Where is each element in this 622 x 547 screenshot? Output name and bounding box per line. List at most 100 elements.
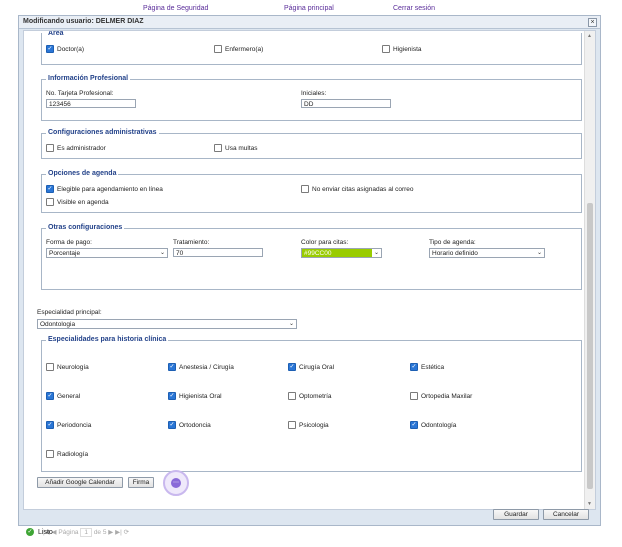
agenda-legend: Opciones de agenda — [46, 170, 119, 177]
history-specialty-checkbox[interactable]: Neurología — [46, 363, 89, 371]
checkbox-empty-icon — [46, 363, 54, 371]
history-specialty-label: General — [57, 392, 81, 400]
admin-legend: Configuraciones administrativas — [46, 129, 159, 136]
history-specialty-label: Periodoncia — [57, 421, 92, 429]
other-config-fieldset: Otras configuraciones Forma de pago: Por… — [41, 224, 582, 290]
logout-link[interactable]: Cerrar sesión — [393, 5, 435, 12]
agenda-type-select[interactable]: Horario definido ⌄ — [429, 248, 545, 258]
checkbox-empty-icon — [288, 392, 296, 400]
is-admin-checkbox[interactable]: Es administrador — [46, 144, 106, 152]
vertical-scrollbar[interactable]: ▲ ▼ — [584, 31, 595, 509]
status-bar: ✓ Listo — [20, 527, 600, 539]
history-specialty-checkbox[interactable]: ✓ Cirugía Oral — [288, 363, 334, 371]
history-specialty-checkbox[interactable]: ✓ Higienista Oral — [168, 392, 222, 400]
history-specialty-label: Higienista Oral — [179, 392, 222, 400]
treatment-input[interactable]: 70 — [173, 248, 263, 257]
area-fieldset: Área ✓ Doctor(a) Enfermero(a) Higienista — [41, 30, 582, 65]
cancel-button[interactable]: Cancelar — [543, 509, 589, 520]
history-specialty-label: Ortopedia Maxilar — [421, 392, 473, 400]
initials-label: Iniciales: — [301, 90, 327, 97]
history-specialty-label: Estética — [421, 363, 445, 371]
dialog-title: Modificando usuario: DELMER DIAZ — [23, 18, 144, 25]
specialty-select[interactable]: Odontologia ⌄ — [37, 319, 297, 329]
history-specialty-checkbox[interactable]: ✓ Periodoncia — [46, 421, 91, 429]
checkbox-checked-icon: ✓ — [168, 392, 176, 400]
chevron-down-icon: ⌄ — [159, 250, 166, 256]
history-specialty-label: Radiología — [57, 450, 89, 458]
specialty-label: Especialidad principal: — [37, 309, 102, 316]
scroll-up-icon[interactable]: ▲ — [587, 33, 592, 39]
checkbox-empty-icon — [410, 392, 418, 400]
nurse-checkbox[interactable]: Enfermero(a) — [214, 45, 263, 53]
fines-checkbox[interactable]: Usa multas — [214, 144, 258, 152]
checkbox-checked-icon: ✓ — [46, 421, 54, 429]
history-specialty-checkbox[interactable]: ✓ Anestesia / Cirugía — [168, 363, 234, 371]
add-google-calendar-button[interactable]: Añadir Google Calendar — [37, 477, 123, 488]
history-specialty-checkbox[interactable]: Radiología — [46, 450, 88, 458]
eligible-checkbox[interactable]: ✓ Elegible para agendamiento en línea — [46, 185, 163, 193]
hygienist-checkbox[interactable]: Higienista — [382, 45, 422, 53]
help-widget[interactable]: ⋯ — [163, 470, 189, 496]
checkbox-empty-icon — [301, 185, 309, 193]
checkbox-empty-icon — [46, 450, 54, 458]
checkbox-empty-icon — [46, 198, 54, 206]
checkbox-empty-icon — [382, 45, 390, 53]
history-specialty-label: Anestesia / Cirugía — [179, 363, 234, 371]
doctor-checkbox[interactable]: ✓ Doctor(a) — [46, 45, 84, 53]
checkbox-empty-icon — [288, 421, 296, 429]
history-specialty-label: Neurología — [57, 363, 89, 371]
chevron-down-icon: ⌄ — [288, 321, 295, 327]
payment-label: Forma de pago: — [46, 239, 92, 246]
check-circle-icon: ✓ — [26, 528, 34, 536]
checkbox-checked-icon: ✓ — [46, 185, 54, 193]
main-page-link[interactable]: Página principal — [284, 5, 334, 12]
agenda-type-label: Tipo de agenda: — [429, 239, 476, 246]
initials-input[interactable]: DD — [301, 99, 391, 108]
other-legend: Otras configuraciones — [46, 224, 125, 231]
top-nav: Página de Seguridad Página principal Cer… — [0, 0, 622, 16]
assistant-icon: ⋯ — [171, 478, 181, 488]
checkbox-checked-icon: ✓ — [288, 363, 296, 371]
edit-user-dialog: Modificando usuario: DELMER DIAZ × ▲ ▼ Á… — [18, 15, 601, 537]
treatment-label: Tratamiento: — [173, 239, 210, 246]
history-specialty-checkbox[interactable]: Optometría — [288, 392, 332, 400]
history-specialty-checkbox[interactable]: Psicologia — [288, 421, 329, 429]
chevron-down-icon: ⌄ — [536, 250, 543, 256]
history-specialty-checkbox[interactable]: ✓ General — [46, 392, 80, 400]
scrollbar-thumb[interactable] — [587, 203, 593, 489]
professional-fieldset: Información Profesional No. Tarjeta Prof… — [41, 75, 582, 121]
scroll-down-icon[interactable]: ▼ — [587, 501, 592, 507]
card-label: No. Tarjeta Profesional: — [46, 90, 114, 97]
admin-fieldset: Configuraciones administrativas Es admin… — [41, 129, 582, 159]
no-send-checkbox[interactable]: No enviar citas asignadas al correo — [301, 185, 414, 193]
history-specialty-label: Odontología — [421, 421, 457, 429]
area-legend: Área — [46, 30, 66, 37]
checkbox-checked-icon: ✓ — [168, 421, 176, 429]
save-button[interactable]: Guardar — [493, 509, 539, 520]
history-specialty-checkbox[interactable]: ✓ Ortodoncia — [168, 421, 211, 429]
card-number-input[interactable]: 123456 — [46, 99, 136, 108]
checkbox-empty-icon — [214, 45, 222, 53]
close-icon[interactable]: × — [588, 18, 597, 27]
history-specialty-checkbox[interactable]: Ortopedia Maxilar — [410, 392, 472, 400]
payment-select[interactable]: Porcentaje ⌄ — [46, 248, 168, 258]
dialog-titlebar[interactable]: Modificando usuario: DELMER DIAZ × — [19, 16, 600, 29]
history-specialty-label: Optometría — [299, 392, 332, 400]
history-specialty-label: Psicologia — [299, 421, 329, 429]
history-specialty-label: Cirugía Oral — [299, 363, 335, 371]
checkbox-checked-icon: ✓ — [46, 392, 54, 400]
professional-legend: Información Profesional — [46, 75, 131, 82]
visible-checkbox[interactable]: Visible en agenda — [46, 198, 109, 206]
security-page-link[interactable]: Página de Seguridad — [143, 5, 208, 12]
dialog-content: ▲ ▼ Área ✓ Doctor(a) Enfermero(a) Higieni… — [23, 30, 596, 510]
checkbox-empty-icon — [214, 144, 222, 152]
history-specialty-checkbox[interactable]: ✓ Estética — [410, 363, 444, 371]
history-specialty-label: Ortodoncia — [179, 421, 211, 429]
checkbox-checked-icon: ✓ — [168, 363, 176, 371]
color-picker[interactable]: #99CC00 ⌄ — [301, 248, 382, 258]
signature-button[interactable]: Firma — [128, 477, 154, 488]
history-specialty-checkbox[interactable]: ✓ Odontología — [410, 421, 456, 429]
checkbox-checked-icon: ✓ — [410, 363, 418, 371]
checkbox-checked-icon: ✓ — [410, 421, 418, 429]
color-label: Color para citas: — [301, 239, 349, 246]
